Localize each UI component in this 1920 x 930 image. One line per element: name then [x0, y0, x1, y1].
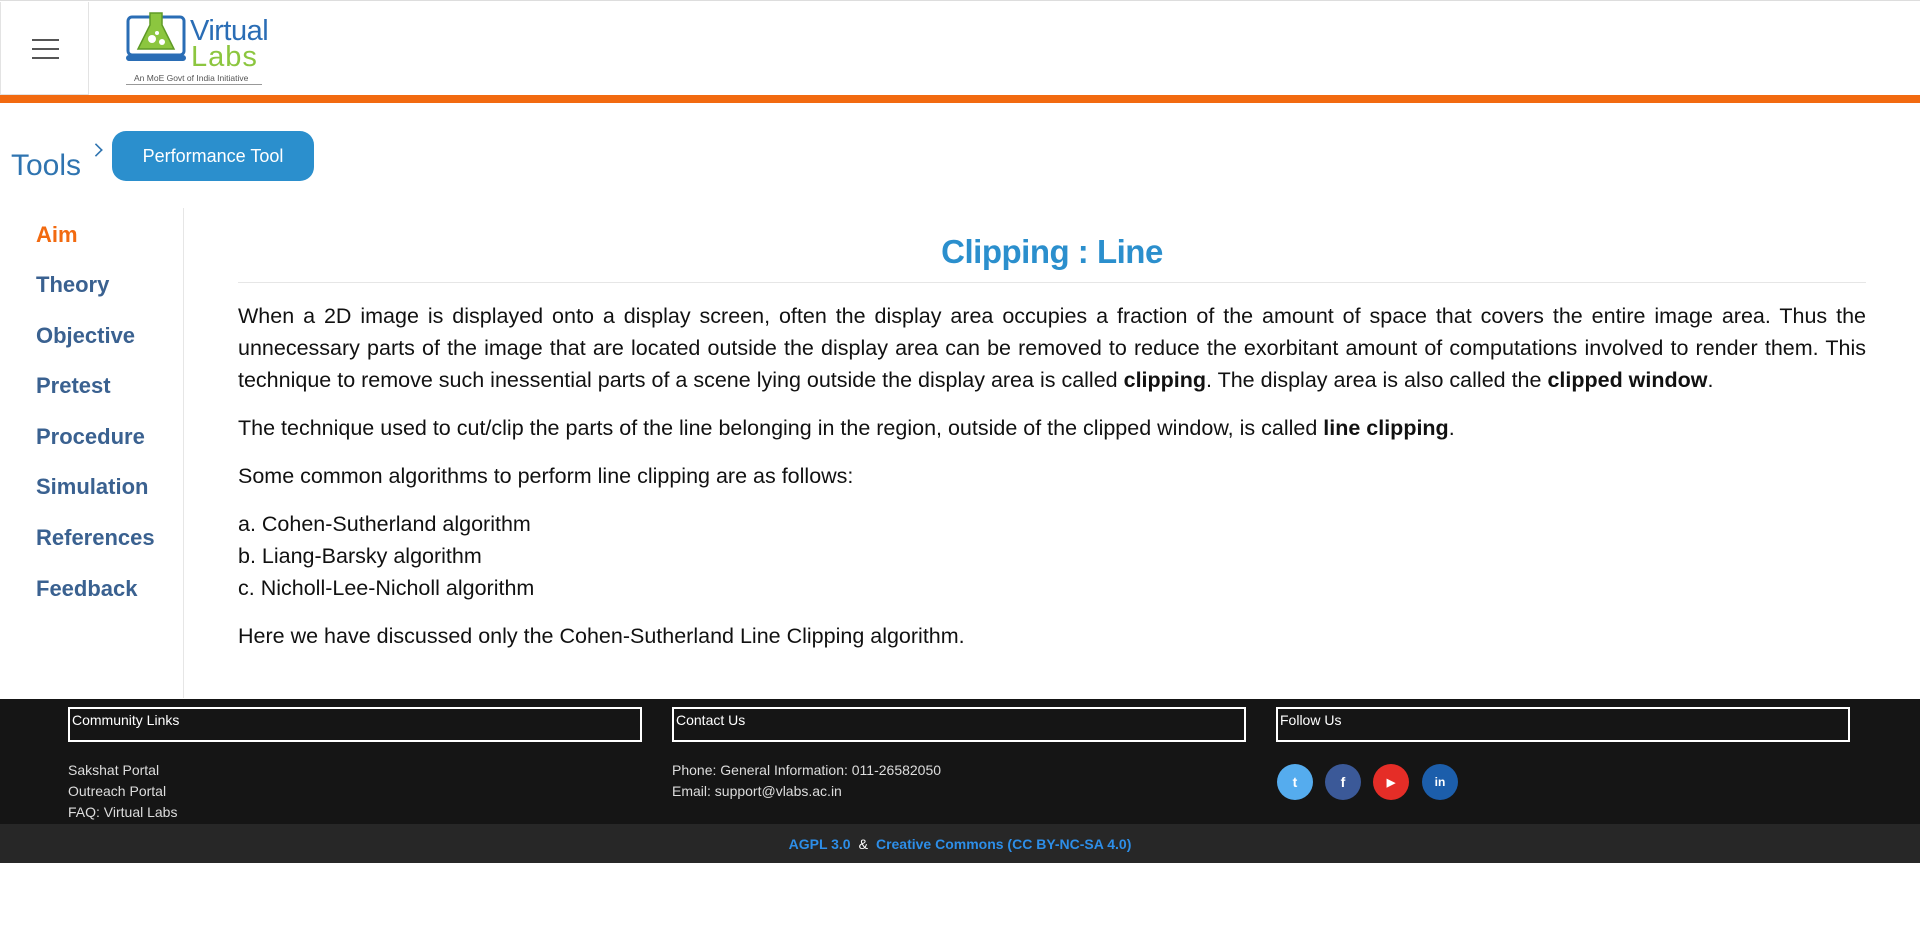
term-clipped-window: clipped window	[1547, 368, 1708, 392]
list-item: c. Nicholl-Lee-Nicholl algorithm	[238, 576, 535, 600]
paragraph-scope: Here we have discussed only the Cohen-Su…	[238, 624, 965, 648]
term-line-clipping: line clipping	[1323, 416, 1449, 440]
outreach-portal-link[interactable]: Outreach Portal	[68, 781, 177, 802]
youtube-icon[interactable]: ▶	[1373, 764, 1409, 800]
algorithm-list: a. Cohen-Sutherland algorithm b. Liang-B…	[238, 508, 1866, 604]
list-item: b. Liang-Barsky algorithm	[238, 544, 482, 568]
site-header: Virtual Labs An MoE Govt of India Initia…	[0, 0, 1920, 96]
sidebar-item-objective[interactable]: Objective	[36, 323, 135, 349]
linkedin-icon[interactable]: in	[1422, 764, 1458, 800]
sakshat-portal-link[interactable]: Sakshat Portal	[68, 760, 177, 781]
sidebar-item-pretest[interactable]: Pretest	[36, 373, 111, 399]
header-accent-strip	[0, 95, 1920, 103]
paragraph-line-clipping: The technique used to cut/clip the parts…	[238, 416, 1455, 440]
title-divider	[238, 282, 1866, 283]
site-footer: Community Links Contact Us Follow Us Sak…	[0, 699, 1920, 824]
sidebar-item-aim[interactable]: Aim	[36, 222, 78, 248]
logo-underline	[126, 84, 262, 85]
sidebar-item-procedure[interactable]: Procedure	[36, 424, 145, 450]
contact-details: Phone: General Information: 011-26582050…	[672, 760, 941, 802]
license-bar: AGPL 3.0 & Creative Commons (CC BY-NC-SA…	[0, 824, 1920, 863]
license-ampersand: &	[858, 835, 868, 852]
logo-word-labs: Labs	[191, 41, 258, 73]
sidebar-item-simulation[interactable]: Simulation	[36, 474, 148, 500]
term-clipping: clipping	[1123, 368, 1207, 392]
creative-commons-link[interactable]: Creative Commons (CC BY-NC-SA 4.0)	[876, 836, 1131, 852]
page-title: Clipping : Line	[941, 233, 1163, 270]
paragraph-algorithms-intro: Some common algorithms to perform line c…	[238, 464, 854, 488]
sidebar-item-feedback[interactable]: Feedback	[36, 576, 138, 602]
aim-content: When a 2D image is displayed onto a disp…	[238, 300, 1866, 668]
chevron-right-icon	[89, 143, 103, 157]
logo-tagline: An MoE Govt of India Initiative	[134, 73, 249, 83]
sidebar-item-references[interactable]: References	[36, 525, 155, 551]
follow-us-header: Follow Us	[1276, 707, 1850, 742]
community-links-header: Community Links	[68, 707, 642, 742]
twitter-icon[interactable]: t	[1277, 764, 1313, 800]
virtual-labs-logo[interactable]: Virtual Labs An MoE Govt of India Initia…	[124, 9, 269, 87]
contact-email[interactable]: Email: support@vlabs.ac.in	[672, 781, 941, 802]
list-item: a. Cohen-Sutherland algorithm	[238, 512, 531, 536]
agpl-license-link[interactable]: AGPL 3.0	[789, 836, 851, 852]
faq-link[interactable]: FAQ: Virtual Labs	[68, 802, 177, 823]
sidebar-item-theory[interactable]: Theory	[36, 272, 109, 298]
contact-phone: Phone: General Information: 011-26582050	[672, 762, 942, 778]
performance-tool-button[interactable]: Performance Tool	[112, 131, 314, 181]
contact-us-header: Contact Us	[672, 707, 1246, 742]
community-links-list: Sakshat Portal Outreach Portal FAQ: Virt…	[68, 760, 177, 823]
facebook-icon[interactable]: f	[1325, 764, 1361, 800]
experiment-sidebar: Aim Theory Objective Pretest Procedure S…	[0, 208, 184, 698]
lab-flask-icon	[126, 12, 186, 61]
breadcrumb-tools-link[interactable]: Tools	[11, 149, 81, 183]
paragraph-intro: When a 2D image is displayed onto a disp…	[238, 304, 1866, 392]
hamburger-icon[interactable]	[0, 2, 89, 95]
